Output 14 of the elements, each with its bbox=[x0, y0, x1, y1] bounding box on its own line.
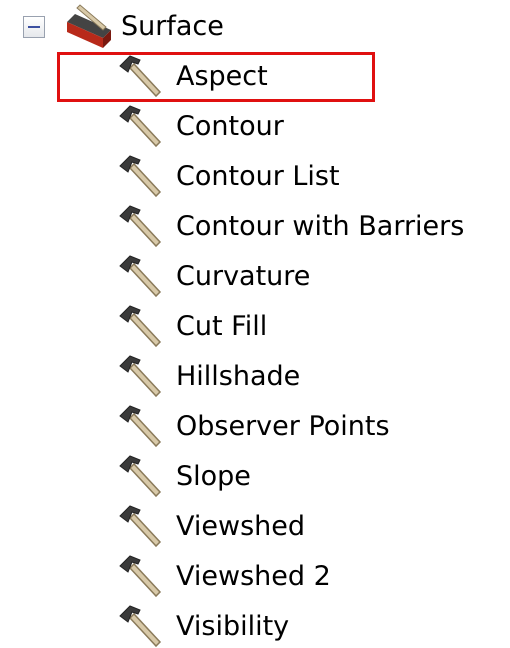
tree-item[interactable]: Contour with Barriers bbox=[176, 206, 464, 248]
tree-item[interactable]: Cut Fill bbox=[176, 306, 268, 348]
tree-item[interactable]: Observer Points bbox=[176, 406, 390, 448]
tree-item[interactable]: Contour List bbox=[176, 156, 340, 198]
tree-item[interactable]: Viewshed 2 bbox=[176, 556, 331, 598]
tree-item[interactable]: Contour bbox=[176, 106, 284, 148]
tree-item[interactable]: Viewshed bbox=[176, 506, 306, 548]
tree-item[interactable]: Hillshade bbox=[176, 356, 300, 398]
tree-item[interactable]: Aspect bbox=[176, 56, 268, 98]
collapse-toggle[interactable] bbox=[23, 16, 45, 38]
tree-item[interactable]: Visibility bbox=[176, 606, 290, 648]
tree-item[interactable]: Curvature bbox=[176, 256, 310, 298]
tree-item[interactable]: Surface bbox=[121, 6, 224, 48]
tree-item[interactable]: Slope bbox=[176, 456, 251, 498]
